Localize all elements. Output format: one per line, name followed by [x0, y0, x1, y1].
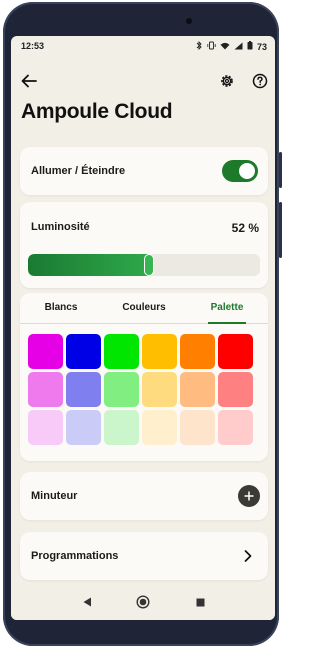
color-swatch[interactable] [142, 410, 177, 445]
timer-label: Minuteur [31, 490, 78, 502]
color-swatch[interactable] [142, 372, 177, 407]
palette-grid [28, 334, 253, 445]
tab-couleurs[interactable]: Couleurs [113, 293, 175, 323]
color-swatch[interactable] [66, 372, 101, 407]
brightness-slider-thumb[interactable] [144, 254, 154, 276]
vibrate-icon [207, 41, 216, 52]
brightness-fill [28, 254, 149, 276]
power-toggle[interactable] [222, 160, 258, 182]
back-button[interactable] [17, 69, 41, 93]
color-swatch[interactable] [28, 410, 63, 445]
color-swatch[interactable] [218, 372, 253, 407]
color-tabs: Blancs Couleurs Palette [20, 293, 268, 324]
gear-icon [221, 75, 233, 87]
arrow-left-icon [21, 74, 37, 88]
camera-icon [186, 18, 192, 24]
add-timer-button[interactable] [238, 485, 260, 507]
tab-active-indicator [208, 322, 246, 324]
color-swatch[interactable] [104, 334, 139, 369]
nav-back-button[interactable] [79, 594, 95, 610]
status-icons: 73 [196, 40, 267, 52]
timer-card[interactable]: Minuteur [20, 472, 268, 520]
color-swatch[interactable] [218, 334, 253, 369]
color-swatch[interactable] [28, 334, 63, 369]
color-swatch[interactable] [142, 334, 177, 369]
bluetooth-icon [196, 40, 203, 52]
schedules-card[interactable]: Programmations [20, 532, 268, 580]
triangle-back-icon [83, 597, 91, 607]
brightness-card: Luminosité 52 % [20, 202, 268, 288]
power-card: Allumer / Éteindre [20, 147, 268, 195]
color-swatch[interactable] [66, 334, 101, 369]
app-screen: 12:53 73 Ampoule Cloud Allumer / Éteindr… [11, 36, 275, 620]
chevron-right-icon [244, 550, 252, 562]
wifi-icon [220, 42, 230, 52]
color-card: Blancs Couleurs Palette [20, 293, 268, 461]
color-swatch[interactable] [180, 372, 215, 407]
page-title: Ampoule Cloud [21, 100, 173, 123]
phone-frame: 12:53 73 Ampoule Cloud Allumer / Éteindr… [3, 2, 282, 646]
power-side-button [279, 202, 282, 258]
battery-icon [247, 41, 253, 52]
help-icon [252, 73, 268, 89]
nav-home-button[interactable] [135, 594, 151, 610]
tab-blancs[interactable]: Blancs [30, 293, 92, 323]
system-navigation-bar [11, 584, 275, 620]
tab-palette[interactable]: Palette [196, 293, 258, 323]
battery-level: 73 [256, 41, 267, 52]
schedules-label: Programmations [31, 550, 119, 562]
color-swatch[interactable] [66, 410, 101, 445]
color-swatch[interactable] [28, 372, 63, 407]
square-recents-icon [196, 598, 204, 606]
toggle-knob [239, 163, 255, 179]
plus-icon [244, 491, 254, 501]
power-label: Allumer / Éteindre [31, 165, 126, 177]
signal-icon [234, 42, 243, 52]
color-swatch[interactable] [218, 410, 253, 445]
volume-button [279, 152, 282, 188]
nav-recents-button[interactable] [192, 594, 208, 610]
schedules-chevron [236, 544, 260, 568]
color-swatch[interactable] [104, 410, 139, 445]
help-button[interactable] [248, 69, 272, 93]
status-bar: 12:53 73 [11, 36, 275, 58]
color-swatch[interactable] [104, 372, 139, 407]
color-swatch[interactable] [180, 334, 215, 369]
settings-button[interactable] [215, 69, 239, 93]
brightness-value: 52 % [231, 221, 259, 235]
color-swatch[interactable] [180, 410, 215, 445]
home-circle-icon [136, 595, 150, 609]
status-time: 12:53 [21, 41, 45, 51]
brightness-label: Luminosité [31, 221, 90, 233]
